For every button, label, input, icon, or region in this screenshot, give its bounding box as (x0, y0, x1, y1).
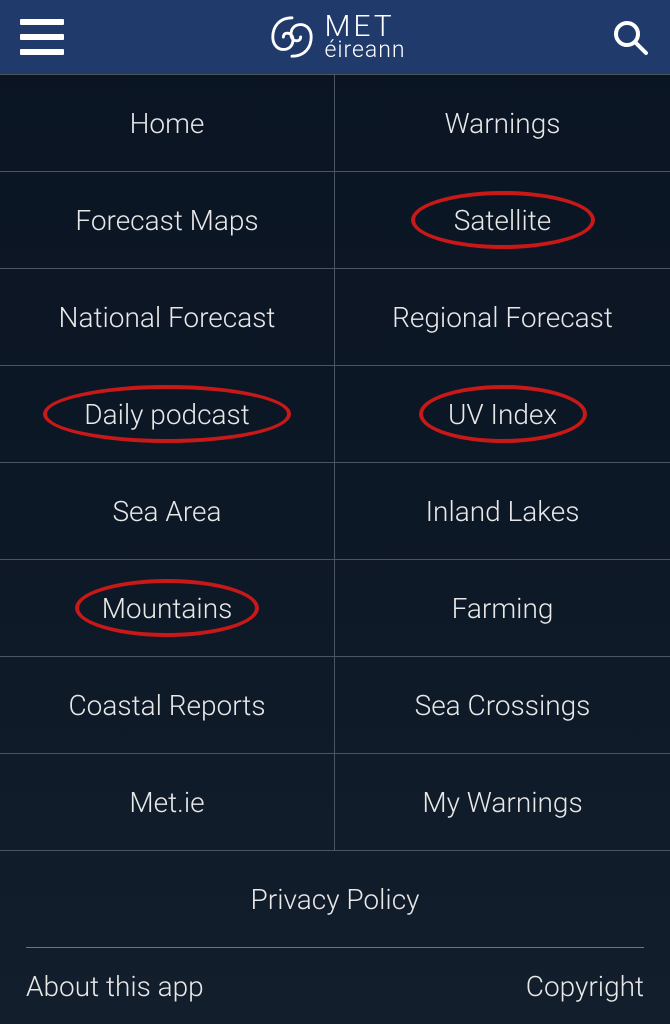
nav-item-regional-forecast[interactable]: Regional Forecast (335, 269, 670, 366)
search-icon[interactable] (610, 17, 650, 57)
about-link[interactable]: About this app (26, 970, 204, 1003)
nav-item-daily-podcast[interactable]: Daily podcast (0, 366, 335, 463)
nav-item-label: My Warnings (422, 786, 582, 819)
nav-item-mountains[interactable]: Mountains (0, 560, 335, 657)
nav-item-uv-index[interactable]: UV Index (335, 366, 670, 463)
nav-item-inland-lakes[interactable]: Inland Lakes (335, 463, 670, 560)
logo-bottom: éireann (324, 40, 405, 61)
nav-item-farming[interactable]: Farming (335, 560, 670, 657)
nav-item-label: Met.ie (129, 786, 204, 819)
nav-item-label: Mountains (102, 592, 233, 625)
nav-item-national-forecast[interactable]: National Forecast (0, 269, 335, 366)
footer-row: About this app Copyright (26, 948, 644, 1024)
nav-item-sea-crossings[interactable]: Sea Crossings (335, 657, 670, 754)
menu-icon[interactable] (20, 19, 64, 55)
nav-item-label: Sea Area (112, 495, 221, 528)
nav-item-label: Regional Forecast (392, 301, 613, 334)
nav-item-label: Coastal Reports (68, 689, 265, 722)
logo[interactable]: MET éireann (268, 13, 405, 61)
nav-item-label: Warnings (445, 107, 561, 140)
footer: Privacy Policy About this app Copyright (0, 851, 670, 1024)
nav-item-label: Daily podcast (84, 398, 250, 431)
nav-item-warnings[interactable]: Warnings (335, 75, 670, 172)
logo-text: MET éireann (324, 13, 405, 61)
nav-item-label: Forecast Maps (75, 204, 258, 237)
nav-item-coastal-reports[interactable]: Coastal Reports (0, 657, 335, 754)
nav-item-met-ie[interactable]: Met.ie (0, 754, 335, 851)
nav-item-label: UV Index (448, 398, 557, 431)
nav-item-sea-area[interactable]: Sea Area (0, 463, 335, 560)
nav-item-label: Farming (452, 592, 554, 625)
nav-item-my-warnings[interactable]: My Warnings (335, 754, 670, 851)
nav-item-forecast-maps[interactable]: Forecast Maps (0, 172, 335, 269)
nav-item-label: Home (130, 107, 205, 140)
nav-item-label: Sea Crossings (415, 689, 591, 722)
swirl-icon (268, 13, 316, 61)
nav-item-satellite[interactable]: Satellite (335, 172, 670, 269)
nav-item-label: National Forecast (59, 301, 276, 334)
copyright-link[interactable]: Copyright (526, 970, 644, 1003)
nav-item-home[interactable]: Home (0, 75, 335, 172)
nav-grid: Home Warnings Forecast Maps Satellite Nation… (0, 74, 670, 851)
nav-item-label: Inland Lakes (426, 495, 580, 528)
privacy-policy-link[interactable]: Privacy Policy (26, 851, 644, 948)
nav-item-label: Satellite (454, 204, 551, 237)
app-header: MET éireann (0, 0, 670, 74)
